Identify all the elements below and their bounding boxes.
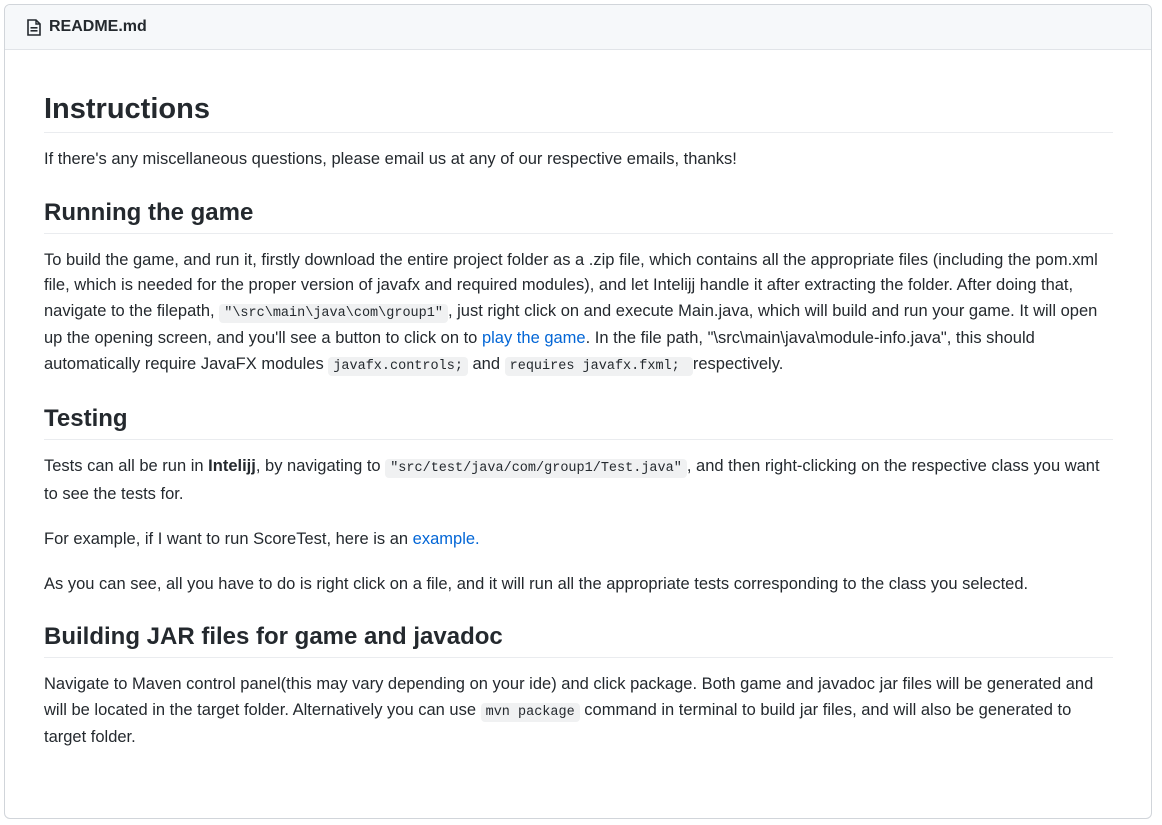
testing-paragraph-2: For example, if I want to run ScoreTest,… bbox=[44, 527, 1113, 553]
readme-box: README.md Instructions If there's any mi… bbox=[4, 4, 1152, 819]
mvn-package-code: mvn package bbox=[480, 702, 580, 722]
building-heading: Building JAR files for game and javadoc bbox=[44, 621, 1113, 658]
filepath-code: "\src\main\java\com\group1" bbox=[219, 303, 448, 323]
readme-header: README.md bbox=[5, 5, 1151, 50]
javafx-fxml-code: requires javafx.fxml; bbox=[504, 356, 693, 376]
running-paragraph: To build the game, and run it, firstly d… bbox=[44, 248, 1113, 380]
testing-heading: Testing bbox=[44, 403, 1113, 440]
test-path-code: "src/test/java/com/group1/Test.java" bbox=[385, 459, 687, 478]
testing-paragraph-3: As you can see, all you have to do is ri… bbox=[44, 574, 1029, 593]
instructions-intro: If there's any miscellaneous questions, … bbox=[44, 150, 737, 168]
running-text-5: respectively. bbox=[692, 354, 784, 373]
testing-text-2: , by navigating to bbox=[255, 457, 386, 475]
play-the-game-link[interactable]: play the game bbox=[482, 329, 586, 347]
readme-content: Instructions If there's any miscellaneou… bbox=[5, 50, 1151, 751]
instructions-heading: Instructions bbox=[44, 90, 1113, 133]
javafx-controls-code: javafx.controls; bbox=[328, 356, 468, 376]
building-paragraph: Navigate to Maven control panel(this may… bbox=[44, 672, 1113, 751]
testing-example-text: For example, if I want to run ScoreTest,… bbox=[44, 530, 413, 548]
testing-text-1: Tests can all be run in bbox=[44, 457, 209, 475]
file-name[interactable]: README.md bbox=[49, 18, 147, 36]
file-icon bbox=[27, 18, 41, 36]
running-text-4: and bbox=[467, 354, 505, 373]
testing-paragraph-1: Tests can all be run in Intelijj, by nav… bbox=[44, 454, 1113, 507]
example-link[interactable]: example. bbox=[413, 530, 480, 548]
intelijj-bold: Intelijj bbox=[208, 457, 256, 475]
running-heading: Running the game bbox=[44, 197, 1113, 234]
